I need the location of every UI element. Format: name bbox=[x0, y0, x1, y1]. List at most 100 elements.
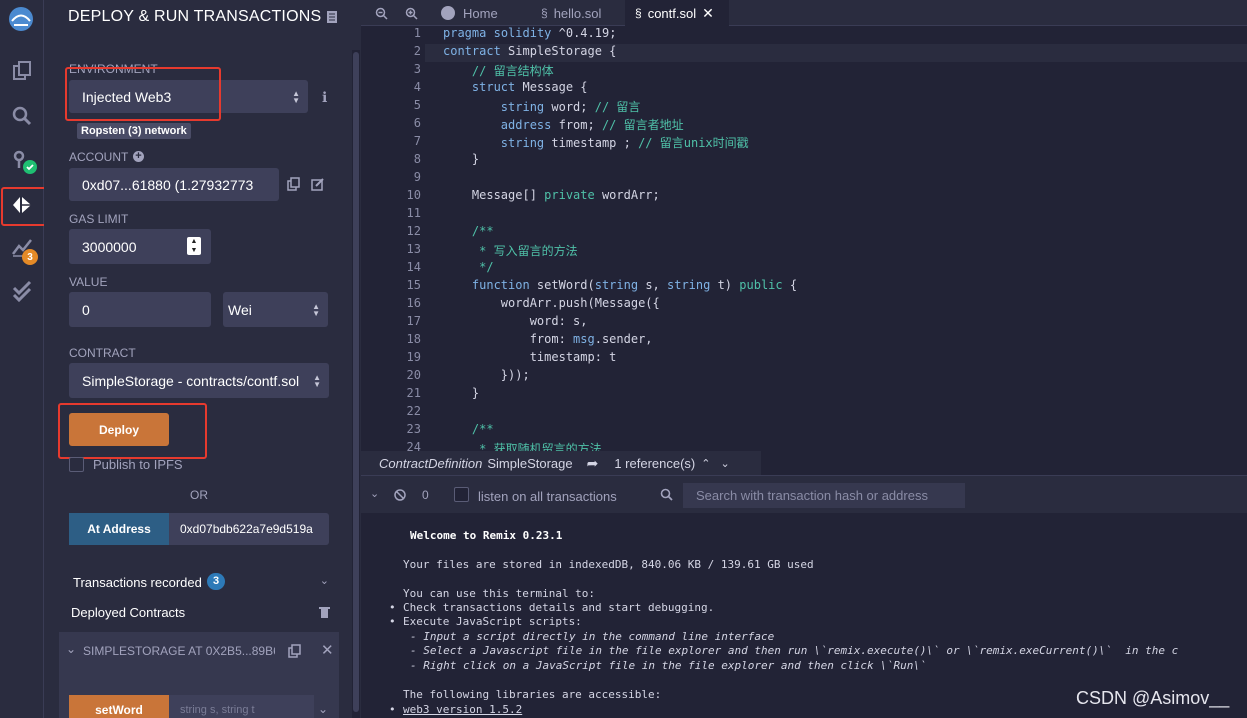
value-input[interactable]: 0 bbox=[69, 292, 211, 327]
gas-stepper-icon[interactable]: ▲ ▼ bbox=[187, 237, 201, 255]
bullet-dot: • bbox=[389, 601, 396, 614]
at-address-value: 0xd07bdb622a7e9d519a bbox=[180, 522, 313, 536]
search-icon[interactable] bbox=[7, 101, 37, 131]
chevron-down-icon[interactable]: ⌄ bbox=[318, 702, 328, 716]
line-number: 7 bbox=[413, 134, 421, 148]
can-use-text: You can use this terminal to: bbox=[403, 587, 596, 600]
line-number: 10 bbox=[406, 188, 421, 202]
select-arrows-icon: ▲ ▼ bbox=[313, 372, 321, 389]
contract-value: SimpleStorage - contracts/contf.sol bbox=[82, 372, 300, 389]
line-number: 8 bbox=[413, 152, 421, 166]
code-editor[interactable]: 1 2 3 4 5 6 7 8 9 10 11 12 13 14 15 16 17 18 19 20 21 22 23 24 … bbox=[361, 26, 1247, 451]
goto-definition-icon[interactable]: ➦ bbox=[587, 455, 599, 472]
line-number: 15 bbox=[406, 278, 421, 292]
copy-address-icon[interactable] bbox=[288, 644, 301, 663]
value-label: VALUE bbox=[69, 275, 108, 289]
line-gutter: 1 2 3 4 5 6 7 8 9 10 11 12 13 14 15 16 17 18 19 20 21 22 23 24 bbox=[361, 26, 425, 451]
tab-contf-sol[interactable]: § contf.sol ✕ bbox=[625, 0, 729, 26]
contract-select[interactable]: SimpleStorage - contracts/contf.sol ▲ ▼ bbox=[69, 363, 329, 398]
remix-logo-icon[interactable] bbox=[6, 4, 36, 34]
publish-label: Publish to IPFS bbox=[93, 457, 183, 472]
libraries-text: The following libraries are accessible: bbox=[403, 688, 662, 701]
line-number: 21 bbox=[406, 386, 421, 400]
panel-title: DEPLOY & RUN TRANSACTIONS bbox=[68, 8, 322, 25]
value-unit-select[interactable]: Wei ▲ ▼ bbox=[223, 292, 328, 327]
line-number: 16 bbox=[406, 296, 421, 310]
close-icon[interactable]: ✕ bbox=[321, 641, 334, 659]
chevron-down-icon[interactable]: ⌄ bbox=[720, 457, 729, 470]
zoom-in-icon[interactable] bbox=[405, 0, 418, 26]
icon-rail: 3 bbox=[0, 0, 55, 718]
tab-label: Home bbox=[463, 5, 498, 21]
tab-home[interactable]: Home bbox=[433, 0, 531, 26]
welcome-text: Welcome to Remix 0.23.1 bbox=[410, 529, 563, 542]
publish-checkbox[interactable] bbox=[69, 457, 84, 472]
file-explorer-icon[interactable] bbox=[7, 56, 37, 86]
zoom-out-icon[interactable] bbox=[375, 0, 388, 26]
gas-limit-input[interactable]: 3000000 ▲ ▼ bbox=[69, 229, 211, 264]
gas-limit-value: 3000000 bbox=[82, 238, 137, 255]
transactions-label: Transactions recorded bbox=[73, 575, 202, 590]
at-address-button[interactable]: At Address bbox=[69, 513, 169, 545]
environment-highlight bbox=[65, 67, 221, 121]
definition-bar: ContractDefinition SimpleStorage ➦ 1 ref… bbox=[361, 451, 761, 475]
line-number: 11 bbox=[406, 206, 421, 220]
line-number: 20 bbox=[406, 368, 421, 382]
deploy-panel: DEPLOY & RUN TRANSACTIONS ENVIRONMENT In… bbox=[44, 0, 361, 718]
trash-icon[interactable] bbox=[319, 606, 330, 622]
search-icon bbox=[660, 488, 673, 506]
line-number: 24 bbox=[406, 440, 421, 451]
setword-button[interactable]: setWord bbox=[69, 695, 169, 718]
definition-name: SimpleStorage bbox=[487, 455, 573, 471]
value-unit: Wei bbox=[228, 301, 252, 318]
line-number: 19 bbox=[406, 350, 421, 364]
copy-account-icon[interactable] bbox=[287, 177, 300, 194]
account-select[interactable]: 0xd07...61880 (1.27932773 bbox=[69, 168, 279, 201]
bullet-dot: • bbox=[389, 703, 396, 716]
line-number: 13 bbox=[406, 242, 421, 256]
transactions-recorded-row[interactable]: Transactions recorded 3 ⌄ bbox=[73, 573, 329, 592]
chevron-down-icon[interactable]: ⌄ bbox=[66, 642, 76, 656]
at-address-input[interactable]: 0xd07bdb622a7e9d519a bbox=[169, 513, 329, 545]
sub-bullet-text: - Input a script directly in the command… bbox=[410, 630, 775, 643]
transactions-count-badge: 3 bbox=[207, 573, 225, 590]
chevron-down-icon[interactable]: ⌄ bbox=[320, 574, 329, 587]
line-number: 4 bbox=[413, 80, 421, 94]
collapse-terminal-icon[interactable]: ⌄ bbox=[370, 487, 379, 500]
gas-limit-label: GAS LIMIT bbox=[69, 212, 129, 226]
or-label: OR bbox=[190, 488, 208, 502]
tests-icon[interactable] bbox=[7, 276, 37, 306]
line-number: 14 bbox=[406, 260, 421, 274]
terminal-toolbar: ⌄ 0 listen on all transactions Search wi… bbox=[361, 475, 1247, 513]
sub-bullet-text: - Right click on a JavaScript file in th… bbox=[410, 659, 927, 672]
edit-account-icon[interactable] bbox=[311, 177, 325, 194]
tab-hello-sol[interactable]: § hello.sol bbox=[533, 0, 623, 26]
add-account-icon[interactable]: + bbox=[133, 151, 144, 162]
watermark-text: CSDN @Asimov__ bbox=[1076, 688, 1230, 708]
line-number: 3 bbox=[413, 62, 421, 76]
definition-type: ContractDefinition bbox=[379, 455, 483, 471]
line-number: 22 bbox=[406, 404, 421, 418]
info-icon[interactable]: ℹ bbox=[322, 89, 327, 106]
library-link[interactable]: web3 version 1.5.2 bbox=[403, 703, 522, 716]
pending-tx-count: 0 bbox=[422, 488, 429, 502]
line-number: 5 bbox=[413, 98, 421, 112]
bullet-dot: • bbox=[389, 615, 396, 628]
chevron-up-icon[interactable]: ⌃ bbox=[701, 457, 710, 470]
deploy-highlight bbox=[58, 403, 207, 459]
setword-input[interactable]: string s, string t bbox=[169, 695, 314, 718]
docs-icon[interactable] bbox=[326, 10, 338, 27]
line-number: 12 bbox=[406, 224, 421, 238]
transaction-search-input[interactable]: Search with transaction hash or address bbox=[683, 483, 965, 508]
listen-label: listen on all transactions bbox=[478, 489, 617, 504]
editor-tabbar: Home § hello.sol § contf.sol ✕ bbox=[361, 0, 1247, 26]
listen-checkbox[interactable] bbox=[454, 487, 469, 502]
instance-label: SIMPLESTORAGE AT 0X2B5...89B6 bbox=[83, 644, 275, 658]
clear-terminal-icon[interactable] bbox=[394, 488, 406, 506]
account-value: 0xd07...61880 (1.27932773 bbox=[82, 176, 254, 193]
tab-label: hello.sol bbox=[553, 5, 602, 21]
panel-scrollbar[interactable] bbox=[352, 50, 360, 718]
solidity-file-icon: § bbox=[541, 6, 548, 20]
close-tab-icon[interactable]: ✕ bbox=[702, 5, 714, 22]
references-count: 1 reference(s) bbox=[614, 455, 696, 471]
